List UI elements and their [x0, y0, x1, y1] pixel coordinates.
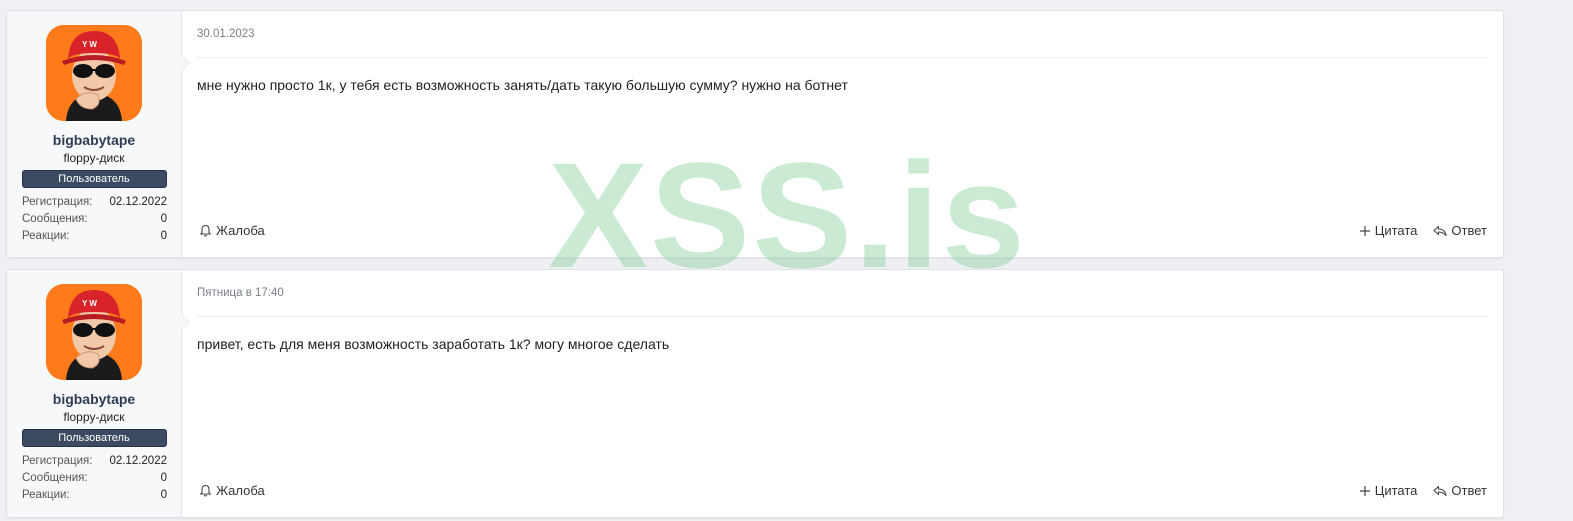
post-message: мне нужно просто 1к, у тебя есть возможн…: [197, 77, 848, 93]
username[interactable]: bigbabytape: [7, 132, 181, 148]
report-label: Жалоба: [216, 223, 265, 238]
post-divider: [197, 57, 1489, 58]
reply-label: Ответ: [1451, 483, 1487, 498]
stat-registration: Регистрация: 02.12.2022: [22, 194, 167, 211]
stat-value: 0: [160, 472, 167, 484]
post-user-cell: Y W bigbabytape floppy-диск Пользователь…: [7, 11, 190, 257]
avatar[interactable]: Y W: [46, 284, 142, 380]
stat-value: 0: [160, 213, 167, 225]
user-stats: Регистрация: 02.12.2022 Сообщения: 0 Реа…: [22, 453, 167, 504]
plus-icon: [1359, 225, 1371, 237]
stat-reactions: Реакции: 0: [22, 487, 167, 504]
post-2: Y W bigbabytape floppy-диск Пользователь…: [6, 269, 1504, 518]
svg-text:Y W: Y W: [82, 40, 97, 49]
post-footer-left: Жалоба: [199, 223, 265, 238]
post-user-cell: Y W bigbabytape floppy-диск Пользователь…: [7, 270, 190, 517]
reply-label: Ответ: [1451, 223, 1487, 238]
stat-registration: Регистрация: 02.12.2022: [22, 453, 167, 470]
user-title: floppy-диск: [63, 151, 125, 165]
user-banner: Пользователь: [21, 429, 167, 447]
post-message: привет, есть для меня возможность зарабо…: [197, 336, 670, 352]
post-1: Y W bigbabytape floppy-диск Пользователь…: [6, 10, 1504, 258]
reply-arrow-icon: [1433, 225, 1447, 237]
reply-button[interactable]: Ответ: [1433, 223, 1487, 238]
quote-button[interactable]: Цитата: [1359, 223, 1418, 238]
stat-value: 0: [160, 489, 167, 501]
post-divider: [197, 316, 1489, 317]
stat-messages: Сообщения: 0: [22, 211, 167, 228]
plus-icon: [1359, 485, 1371, 497]
bell-icon: [199, 484, 212, 497]
stat-messages: Сообщения: 0: [22, 470, 167, 487]
username[interactable]: bigbabytape: [7, 391, 181, 407]
post-date[interactable]: Пятница в 17:40: [197, 287, 284, 299]
stat-label: Сообщения:: [22, 213, 88, 225]
post-footer-right: Цитата Ответ: [1359, 223, 1487, 238]
stat-label: Сообщения:: [22, 472, 88, 484]
post-footer-left: Жалоба: [199, 483, 265, 498]
stat-value: 02.12.2022: [109, 455, 167, 467]
report-button[interactable]: Жалоба: [199, 483, 265, 498]
stat-label: Реакции:: [22, 230, 70, 242]
reply-button[interactable]: Ответ: [1433, 483, 1487, 498]
post-main-cell: Пятница в 17:40 привет, есть для меня во…: [182, 270, 1503, 517]
quote-label: Цитата: [1374, 223, 1418, 238]
post-footer-right: Цитата Ответ: [1359, 483, 1487, 498]
stat-reactions: Реакции: 0: [22, 228, 167, 245]
user-banner: Пользователь: [21, 170, 167, 188]
stat-value: 0: [160, 230, 167, 242]
reply-arrow-icon: [1433, 485, 1447, 497]
quote-button[interactable]: Цитата: [1359, 483, 1418, 498]
report-label: Жалоба: [216, 483, 265, 498]
svg-text:Y W: Y W: [82, 299, 97, 308]
bell-icon: [199, 224, 212, 237]
stat-value: 02.12.2022: [109, 196, 167, 208]
post-main-cell: 30.01.2023 мне нужно просто 1к, у тебя е…: [182, 11, 1503, 257]
user-stats: Регистрация: 02.12.2022 Сообщения: 0 Реа…: [22, 194, 167, 245]
user-title: floppy-диск: [63, 410, 125, 424]
stat-label: Регистрация:: [22, 196, 93, 208]
quote-label: Цитата: [1374, 483, 1418, 498]
post-date[interactable]: 30.01.2023: [197, 28, 255, 40]
avatar[interactable]: Y W: [46, 25, 142, 121]
report-button[interactable]: Жалоба: [199, 223, 265, 238]
stat-label: Регистрация:: [22, 455, 93, 467]
stat-label: Реакции:: [22, 489, 70, 501]
